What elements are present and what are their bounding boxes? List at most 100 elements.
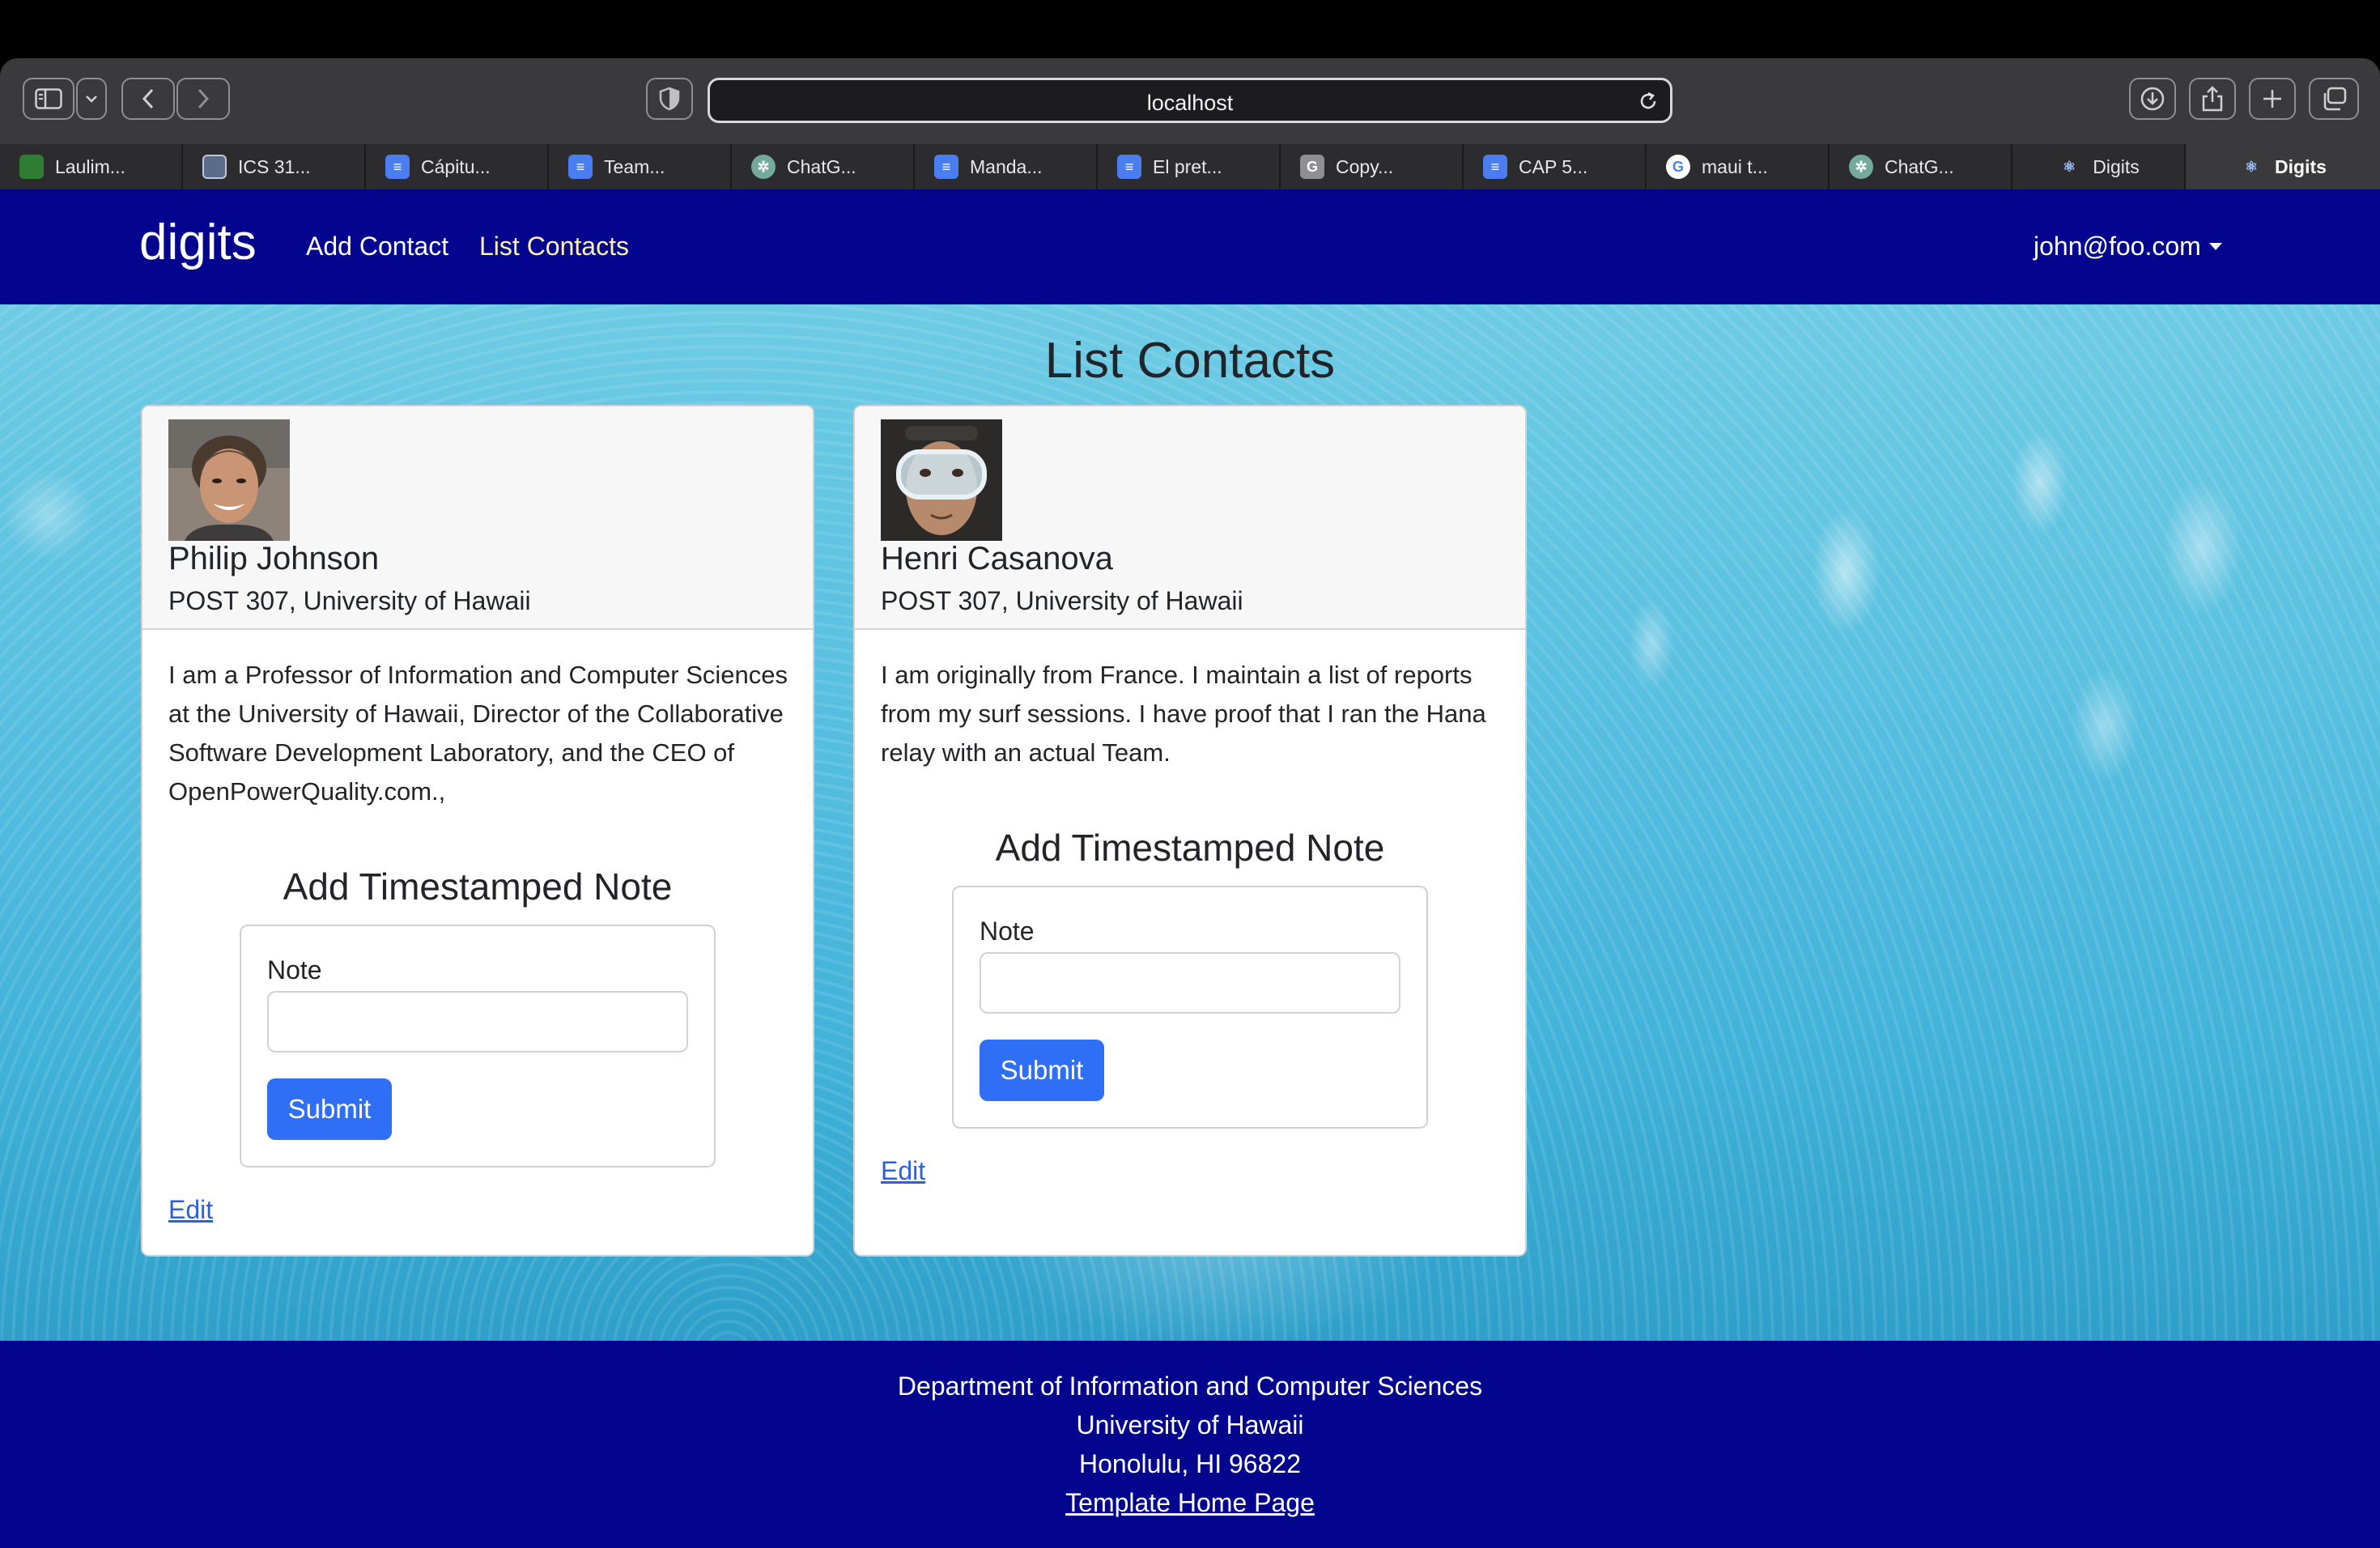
privacy-shield-button[interactable]	[646, 78, 693, 120]
edit-link[interactable]: Edit	[168, 1195, 213, 1225]
forward-button[interactable]	[176, 78, 230, 120]
site-navbar: digits Add Contact List Contacts john@fo…	[0, 189, 2380, 304]
brand-logo[interactable]: digits	[139, 214, 257, 271]
square-icon	[202, 155, 227, 179]
tab-label: ICS 31...	[238, 155, 311, 177]
share-icon	[2202, 86, 2223, 112]
docs-icon: ≡	[1483, 155, 1507, 179]
reload-icon[interactable]	[1638, 91, 1659, 112]
screen-top-bar	[0, 0, 2380, 58]
contact-address: POST 307, University of Hawaii	[168, 586, 531, 615]
avatar	[881, 419, 1002, 541]
tab-overview-icon	[2323, 87, 2347, 111]
share-button[interactable]	[2189, 78, 2236, 120]
address-bar[interactable]: localhost	[708, 78, 1672, 123]
browser-tab[interactable]: ≡ CAP 5...	[1464, 144, 1647, 189]
tab-label: El pret...	[1153, 155, 1222, 177]
browser-tab[interactable]: ≡ El pret...	[1098, 144, 1281, 189]
contact-name: Henri Casanova	[881, 541, 1113, 576]
note-form: Note Submit	[240, 925, 716, 1167]
docs-icon: ≡	[1117, 155, 1141, 179]
react-icon: ⚛	[2244, 158, 2259, 175]
download-icon	[2140, 87, 2165, 111]
tab-label: Digits	[2275, 155, 2327, 177]
tab-label: maui t...	[1702, 155, 1768, 177]
browser-tab[interactable]: ICS 31...	[183, 144, 366, 189]
tab-label: Laulim...	[55, 155, 125, 177]
contact-card: Henri Casanova POST 307, University of H…	[853, 405, 1527, 1257]
card-header: Philip Johnson POST 307, University of H…	[142, 406, 813, 630]
submit-button[interactable]: Submit	[980, 1040, 1104, 1101]
browser-tab-active[interactable]: ⚛ Digits	[2186, 144, 2380, 189]
note-label: Note	[980, 916, 1035, 946]
footer-department: Department of Information and Computer S…	[897, 1372, 1483, 1401]
contact-photo	[168, 419, 290, 541]
plus-icon	[2263, 90, 2281, 108]
url-text: localhost	[1146, 91, 1234, 115]
template-home-link[interactable]: Template Home Page	[0, 1483, 2380, 1522]
browser-tab[interactable]: ✲ ChatG...	[732, 144, 915, 189]
react-icon: ⚛	[2063, 158, 2076, 175]
browser-tab[interactable]: ≡ Cápitu...	[366, 144, 549, 189]
contact-name: Philip Johnson	[168, 541, 380, 576]
downloads-button[interactable]	[2129, 78, 2176, 120]
docs-icon: ≡	[385, 155, 410, 179]
google-icon: G	[1666, 155, 1690, 179]
user-dropdown[interactable]: john@foo.com	[2034, 232, 2222, 262]
main-content: List Contacts Philip Johnson POST 307, U…	[0, 304, 2380, 1341]
contact-description: I am a Professor of Information and Comp…	[168, 661, 788, 806]
docs-icon: ≡	[934, 155, 958, 179]
page-title: List Contacts	[1044, 333, 1336, 389]
shield-icon	[659, 87, 680, 111]
chevron-down-icon	[86, 96, 97, 103]
tab-label: Copy...	[1336, 155, 1394, 177]
submit-button[interactable]: Submit	[267, 1078, 392, 1140]
footer-city: Honolulu, HI 96822	[1079, 1449, 1301, 1478]
browser-tab[interactable]: ✲ ChatG...	[1830, 144, 2012, 189]
sidebar-toggle-button[interactable]	[23, 78, 74, 120]
tab-label: CAP 5...	[1519, 155, 1588, 177]
tab-label: Manda...	[970, 155, 1043, 177]
leaf-icon	[19, 155, 44, 179]
chevron-right-icon	[198, 88, 210, 109]
tab-label: ChatG...	[787, 155, 856, 177]
g-icon: G	[1300, 155, 1324, 179]
note-label: Note	[267, 955, 322, 985]
browser-tab[interactable]: ≡ Team...	[549, 144, 732, 189]
contact-address: POST 307, University of Hawaii	[881, 586, 1243, 615]
avatar	[168, 419, 290, 541]
edit-link[interactable]: Edit	[881, 1156, 925, 1186]
tab-label: Cápitu...	[421, 155, 491, 177]
note-form: Note Submit	[952, 886, 1428, 1129]
contact-card: Philip Johnson POST 307, University of H…	[141, 405, 814, 1257]
contact-photo	[881, 419, 1002, 541]
site-footer: Department of Information and Computer S…	[0, 1341, 2380, 1548]
user-email: john@foo.com	[2034, 232, 2201, 261]
browser-tab[interactable]: G maui t...	[1647, 144, 1830, 189]
caret-down-icon	[2208, 243, 2222, 250]
chatgpt-icon: ✲	[751, 155, 776, 179]
new-tab-button[interactable]	[2249, 78, 2296, 120]
nav-link-add-contact[interactable]: Add Contact	[306, 232, 448, 262]
browser-tab[interactable]: ≡ Manda...	[915, 144, 1098, 189]
docs-icon: ≡	[568, 155, 593, 179]
back-button[interactable]	[121, 78, 175, 120]
note-input[interactable]	[980, 952, 1400, 1014]
sidebar-icon	[35, 88, 62, 109]
tab-strip: Laulim... ICS 31... ≡ Cápitu... ≡ Team..…	[0, 144, 2380, 189]
tab-label: ChatG...	[1885, 155, 1954, 177]
sidebar-dropdown-button[interactable]	[76, 78, 107, 120]
footer-university: University of Hawaii	[1076, 1410, 1304, 1440]
nav-link-list-contacts[interactable]: List Contacts	[479, 232, 629, 262]
browser-tab[interactable]: Laulim...	[0, 144, 183, 189]
note-input[interactable]	[267, 991, 688, 1053]
browser-tab[interactable]: ⚛ Digits	[2012, 144, 2186, 189]
note-form-title: Add Timestamped Note	[995, 827, 1385, 869]
card-header: Henri Casanova POST 307, University of H…	[855, 406, 1525, 630]
tab-overview-button[interactable]	[2309, 78, 2359, 120]
note-form-title: Add Timestamped Note	[283, 865, 673, 908]
browser-tab[interactable]: G Copy...	[1281, 144, 1464, 189]
tab-label: Digits	[2093, 155, 2140, 177]
chevron-left-icon	[142, 88, 154, 109]
chatgpt-icon: ✲	[1849, 155, 1873, 179]
